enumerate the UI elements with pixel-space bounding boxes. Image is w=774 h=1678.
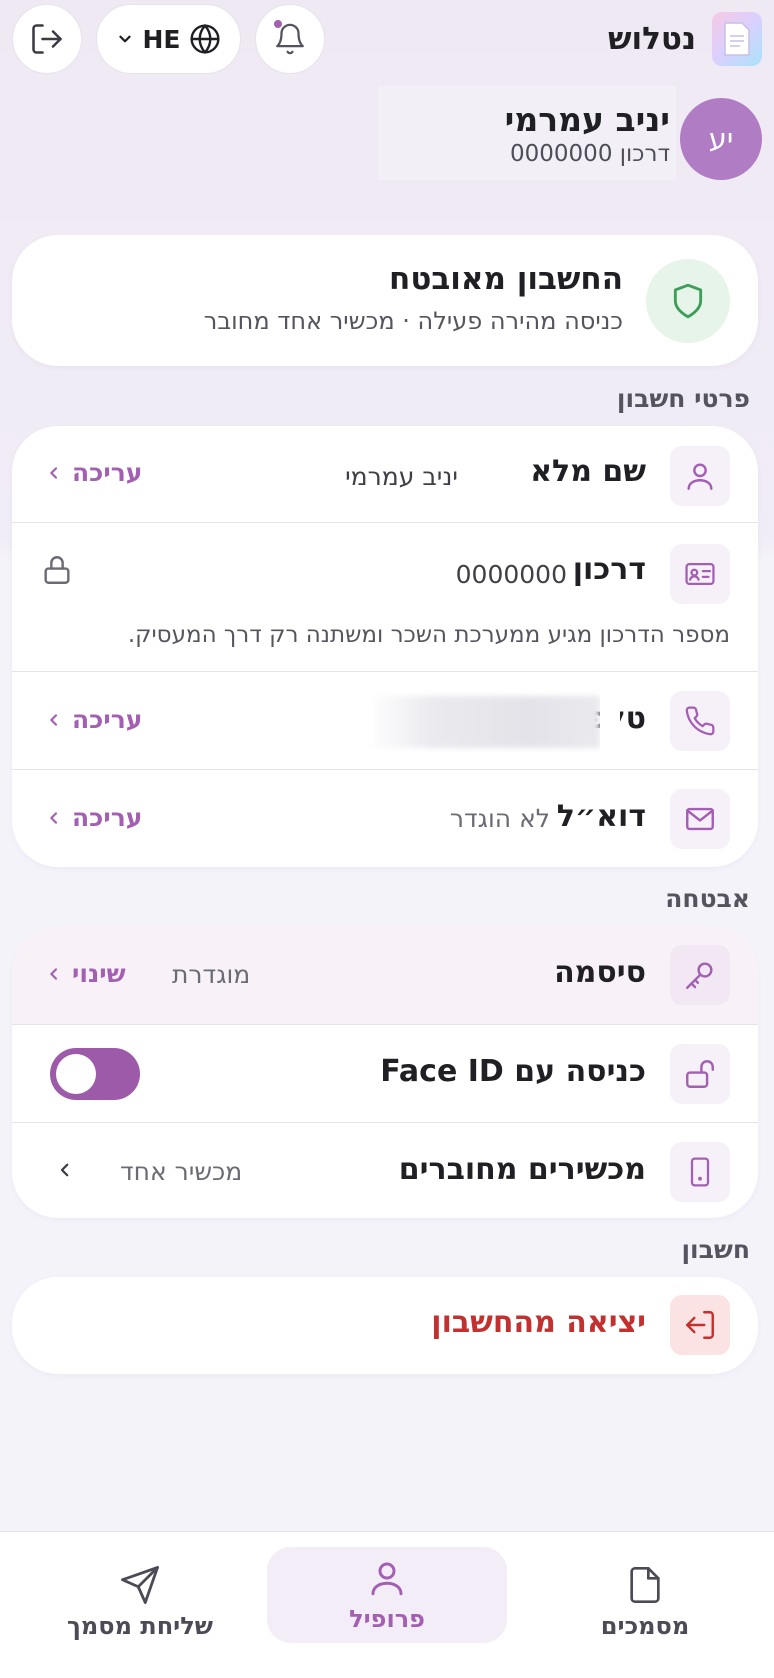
user-passport: דרכון 0000000	[510, 141, 670, 167]
notifications-button[interactable]	[255, 4, 325, 74]
password-value: מוגדרת	[172, 960, 251, 989]
logout-icon	[686, 1311, 714, 1339]
send-icon	[121, 1566, 159, 1604]
user-icon	[687, 463, 713, 490]
language-selector[interactable]: HE	[96, 4, 241, 74]
faceid-label: כניסה עם Face ID	[380, 1054, 646, 1089]
full-name-edit-label: עריכה	[72, 458, 143, 487]
phone-row[interactable]: טלפון עריכה	[12, 671, 758, 769]
passport-row: דרכון 0000000 מספר הדרכון מגיע ממערכת הש…	[12, 522, 758, 671]
phone-value-redacted	[367, 696, 600, 748]
person-tile	[670, 446, 730, 506]
logout-tile	[670, 1295, 730, 1355]
devices-row[interactable]: מכשירים מחוברים מכשיר אחד	[12, 1122, 758, 1218]
password-label: סיסמה	[554, 955, 646, 990]
nav-documents-label: מסמכים	[600, 1612, 690, 1640]
devices-value: מכשיר אחד	[120, 1157, 243, 1186]
passport-value: 0000000	[455, 560, 567, 589]
key-icon	[686, 962, 713, 989]
email-label: דוא״ל	[556, 799, 646, 834]
nav-documents[interactable]: מסמכים	[570, 1546, 720, 1658]
email-edit-label: עריכה	[72, 803, 143, 832]
user-icon	[371, 1562, 403, 1596]
phone-tile	[670, 691, 730, 751]
nav-send-document-label: שליחת מסמך	[67, 1612, 213, 1640]
phone-icon	[685, 706, 715, 736]
nav-send-document[interactable]: שליחת מסמך	[60, 1546, 220, 1658]
logout-label: יציאה מהחשבון	[431, 1305, 646, 1340]
passport-label: דרכון	[572, 552, 646, 587]
app-logo-icon	[712, 12, 762, 66]
password-change-label: שינוי	[72, 959, 126, 988]
devices-label: מכשירים מחוברים	[398, 1152, 646, 1187]
passport-note: מספר הדרכון מגיע ממערכת השכר ומשתנה רק ד…	[127, 622, 730, 648]
chevron-left-icon	[50, 713, 58, 726]
security-card: סיסמה מוגדרת שינוי כניסה עם Face ID מכשי…	[12, 926, 758, 1218]
avatar: יע	[680, 98, 762, 180]
chevron-down-icon	[119, 35, 132, 43]
security-status-subtitle: כניסה מהירה פעילה · מכשיר אחד מחובר	[203, 307, 623, 335]
password-change-button[interactable]: שינוי	[46, 959, 126, 988]
faceid-row: כניסה עם Face ID	[12, 1024, 758, 1122]
nav-profile[interactable]: פרופיל	[267, 1547, 507, 1643]
security-status-title: החשבון מאובטח	[389, 261, 623, 297]
nav-profile-label: פרופיל	[349, 1605, 425, 1633]
section-title-security: אבטחה	[665, 884, 750, 913]
chevron-left-icon	[50, 811, 58, 824]
shield-badge	[646, 259, 730, 343]
full-name-value: יניב עמרמי	[345, 462, 458, 491]
unlock-icon	[686, 1060, 714, 1088]
id-card-icon	[685, 562, 715, 586]
notification-dot	[274, 20, 282, 28]
email-value: לא הוגדר	[449, 804, 550, 833]
lock-icon	[40, 552, 74, 592]
full-name-edit-button[interactable]: עריכה	[46, 458, 142, 487]
section-title-account: חשבון	[681, 1235, 750, 1264]
section-title-account-details: פרטי חשבון	[616, 384, 750, 413]
bottom-nav: מסמכים פרופיל שליחת מסמך	[0, 1531, 774, 1678]
email-row[interactable]: דוא״ל לא הוגדר עריכה	[12, 769, 758, 867]
language-label: HE	[142, 24, 181, 54]
phone-edit-label: עריכה	[72, 705, 143, 734]
devices-chevron-icon	[56, 1161, 74, 1183]
unlock-tile	[670, 1044, 730, 1104]
document-icon	[630, 1567, 660, 1603]
email-edit-button[interactable]: עריכה	[46, 803, 142, 832]
shield-icon	[673, 283, 703, 319]
account-details-card: שם מלא יניב עמרמי עריכה דרכון 0000000 מס	[12, 426, 758, 867]
logout-top-button[interactable]	[12, 4, 82, 74]
password-row[interactable]: סיסמה מוגדרת שינוי	[12, 926, 758, 1024]
phone-edit-button[interactable]: עריכה	[46, 705, 142, 734]
device-tile	[670, 1142, 730, 1202]
smartphone-icon	[690, 1157, 710, 1187]
faceid-toggle[interactable]	[50, 1048, 140, 1100]
key-tile	[670, 945, 730, 1005]
logout-card[interactable]: יציאה מהחשבון	[12, 1277, 758, 1374]
app-name: נטלוש	[607, 21, 696, 57]
user-info: יניב עמרמי דרכון 0000000	[378, 86, 676, 180]
logout-icon	[32, 24, 62, 54]
user-header: יע יניב עמרמי דרכון 0000000	[362, 86, 762, 182]
id-card-tile	[670, 544, 730, 604]
user-name: יניב עמרמי	[504, 100, 670, 139]
mail-icon	[686, 807, 714, 831]
brand: נטלוש	[608, 12, 762, 66]
toggle-knob	[56, 1054, 96, 1094]
chevron-left-icon	[50, 466, 58, 479]
security-status-card: החשבון מאובטח כניסה מהירה פעילה · מכשיר …	[12, 235, 758, 366]
full-name-row[interactable]: שם מלא יניב עמרמי עריכה	[12, 426, 758, 522]
mail-tile	[670, 789, 730, 849]
chevron-left-icon	[50, 967, 58, 980]
full-name-label: שם מלא	[530, 454, 646, 489]
top-bar: נטלוש HE	[0, 0, 774, 86]
globe-icon	[189, 23, 220, 55]
